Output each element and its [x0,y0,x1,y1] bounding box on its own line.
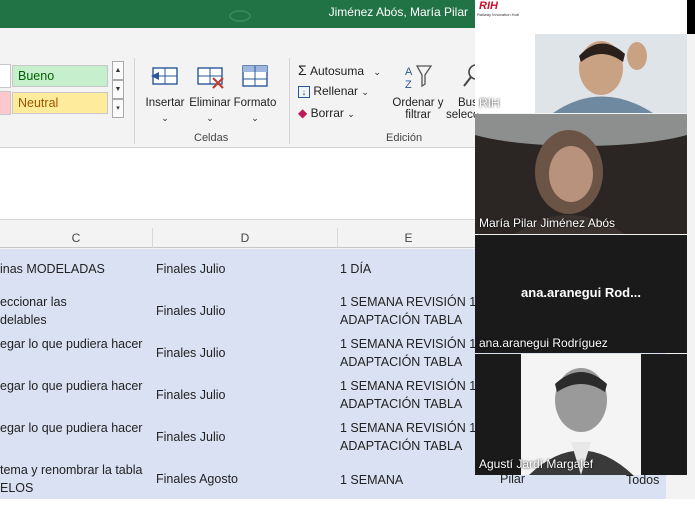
styles-scroll-down[interactable]: ▼ [112,80,124,99]
cell-c-row6-line2: ELOS [0,481,34,495]
fill-button[interactable]: ↓ Rellenar ⌄ [298,84,369,98]
cell-e-row5-line1: 1 SEMANA REVISIÓN 1 E [340,421,488,435]
editing-group-label: Edición [386,132,423,144]
cell-d-row2[interactable]: Finales Julio [156,302,225,320]
sheet-bottom-edge [0,499,695,514]
ribbon-separator [289,58,290,144]
insert-button[interactable]: Insertar ⌄ [145,62,185,124]
clear-label: Borrar [310,106,344,120]
video-tile-maria[interactable]: María Pilar Jiménez Abós [475,114,687,234]
cell-e-row3-line2: ADAPTACIÓN TABLA [340,355,463,369]
participant-display-name-ana: ana.aranegui Rod... [521,285,641,300]
autosum-button[interactable]: Σ Autosuma ⌄ [298,62,381,78]
video-tile-ana[interactable]: ana.aranegui Rod... ana.aranegui Rodrígu… [475,235,687,353]
cell-e-row3-line1: 1 SEMANA REVISIÓN 1 E [340,337,488,351]
rih-logo-text: Railway Innovation Hub [477,12,520,17]
cell-c-row3[interactable]: egar lo que pudiera hacer [0,335,142,353]
ribbon: Bueno Neutral ▲ ▼ ▾ Insertar ⌄ Eliminar … [0,28,480,148]
cell-d-row6[interactable]: Finales Agosto [156,470,238,488]
autosum-dropdown-icon: ⌄ [373,67,381,77]
decorative-ring-icon [229,10,251,22]
person-silhouette-icon [535,34,687,113]
fill-down-icon: ↓ [298,86,310,98]
format-button[interactable]: Formato ⌄ [233,62,277,124]
insert-dropdown-icon: ⌄ [161,113,169,123]
cell-c-row2[interactable]: eccionar las delables [0,293,67,329]
cell-e-row2[interactable]: 1 SEMANA REVISIÓN 1 E ADAPTACIÓN TABLA [340,293,488,329]
participant-name-maria: María Pilar Jiménez Abós [479,216,616,230]
fill-dropdown-icon: ⌄ [361,87,369,97]
cell-e-row6[interactable]: 1 SEMANA [340,471,403,489]
participant-name-agusti: Agustí Jardí Margalef [479,457,594,471]
sort-filter-button[interactable]: A Z Ordenar y filtrar [390,62,446,121]
cell-d-row5[interactable]: Finales Julio [156,428,225,446]
delete-dropdown-icon: ⌄ [206,113,214,123]
cell-e-row3[interactable]: 1 SEMANA REVISIÓN 1 E ADAPTACIÓN TABLA [340,335,488,371]
delete-cells-icon [197,67,224,89]
cell-e-row2-line2: ADAPTACIÓN TABLA [340,313,463,327]
rih-logo: RIH Railway Innovation Hub [475,0,533,22]
svg-text:A: A [405,66,413,78]
format-dropdown-icon: ⌄ [251,113,259,123]
cell-c-row4[interactable]: egar lo que pudiera hacer [0,377,142,395]
style-normal-swatch[interactable] [0,64,11,88]
svg-text:Z: Z [405,79,412,90]
ribbon-separator [134,58,135,144]
rih-logo-mark: RIH [479,0,498,12]
styles-scroll-up[interactable]: ▲ [112,61,124,80]
formula-bar-area[interactable] [0,148,480,220]
delete-button[interactable]: Eliminar ⌄ [187,62,233,124]
cell-e-row4-line1: 1 SEMANA REVISIÓN 1 E [340,379,488,393]
cell-d-row3[interactable]: Finales Julio [156,344,225,362]
sigma-icon: Σ [298,62,307,78]
cells-group-label: Celdas [194,132,229,144]
cell-c-row5[interactable]: egar lo que pudiera hacer [0,419,142,437]
eraser-icon: ◆ [298,106,308,120]
participant-name-ana: ana.aranegui Rodríguez [479,336,608,350]
style-good[interactable]: Bueno [12,65,108,87]
cell-e-row1[interactable]: 1 DÍA [340,260,371,278]
format-label: Formato [233,97,277,109]
clear-button[interactable]: ◆ Borrar ⌄ [298,106,355,120]
cell-e-row5-line2: ADAPTACIÓN TABLA [340,439,463,453]
cell-c-row2-line2: delables [0,313,47,327]
video-tile-rih[interactable]: RIH Railway Innovation Hub RIH [475,0,687,113]
insert-cells-icon [151,67,178,85]
sort-filter-icon: A Z [405,65,433,91]
cell-e-row4-line2: ADAPTACIÓN TABLA [340,397,463,411]
cell-e-row4[interactable]: 1 SEMANA REVISIÓN 1 E ADAPTACIÓN TABLA [340,377,488,413]
insert-label: Insertar [145,97,185,109]
cell-c-row6[interactable]: tema y renombrar la tabla ELOS [0,461,142,497]
style-bad-swatch[interactable] [0,91,11,115]
autosum-label: Autosuma [310,64,365,78]
format-cells-icon [242,65,268,87]
sort-filter-label-1: Ordenar y [392,97,444,109]
cell-c-row6-line1: tema y renombrar la tabla [0,463,143,477]
cell-e-row2-line1: 1 SEMANA REVISIÓN 1 E [340,295,488,309]
clear-dropdown-icon: ⌄ [347,109,355,119]
column-header-e[interactable]: E [338,228,480,248]
column-header-c[interactable]: C [0,228,153,248]
delete-label: Eliminar [189,97,231,109]
cell-d-row1[interactable]: Finales Julio [156,260,225,278]
signed-in-user[interactable]: Jiménez Abós, María Pilar [329,5,468,19]
sort-filter-label-2: filtrar [405,109,431,121]
cell-c-row2-line1: eccionar las [0,295,67,309]
column-header-d[interactable]: D [153,228,338,248]
styles-more[interactable]: ▾ [112,99,124,118]
fill-label: Rellenar [313,84,359,98]
style-neutral[interactable]: Neutral [12,92,108,114]
participant-name-rih: RIH [479,96,500,110]
rih-video [535,34,687,113]
cell-e-row5[interactable]: 1 SEMANA REVISIÓN 1 E ADAPTACIÓN TABLA [340,419,488,455]
cell-d-row4[interactable]: Finales Julio [156,386,225,404]
video-tile-agusti[interactable]: Agustí Jardí Margalef [475,354,687,475]
cell-c-row1[interactable]: inas MODELADAS [0,260,105,278]
